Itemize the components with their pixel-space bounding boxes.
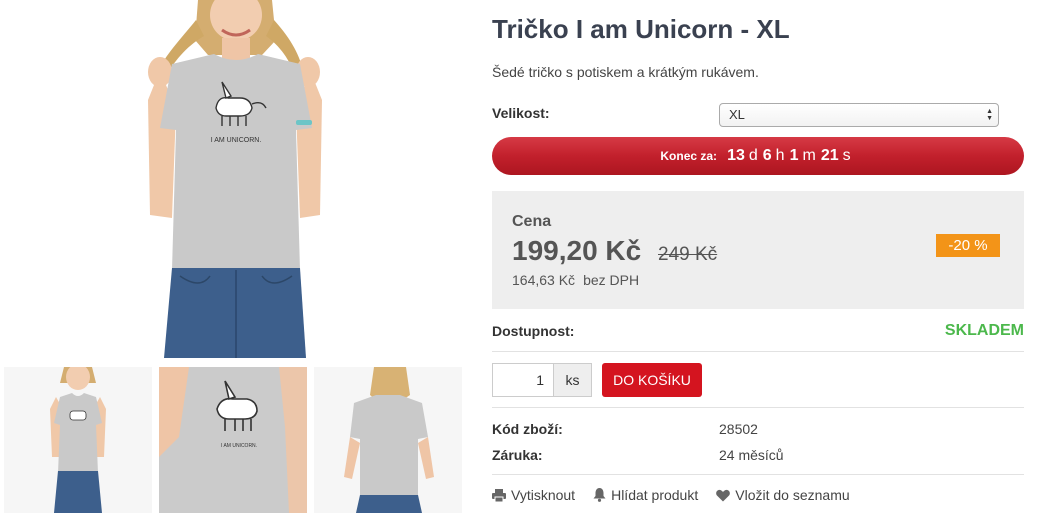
countdown-seconds: 21 bbox=[820, 147, 839, 164]
print-label: Vytisknout bbox=[511, 487, 576, 503]
product-description: Šedé tričko s potiskem a krátkým rukávem… bbox=[492, 64, 759, 80]
countdown-label: Konec za: bbox=[660, 149, 718, 163]
watch-product-link[interactable]: Hlídat produkt bbox=[593, 487, 698, 503]
countdown-days-unit: d bbox=[748, 147, 758, 164]
countdown-days: 13 bbox=[727, 147, 745, 164]
add-to-list-link[interactable]: Vložit do seznamu bbox=[716, 487, 850, 503]
thumbnail-detail[interactable]: I AM UNICORN. bbox=[159, 367, 307, 513]
countdown-banner: Konec za: 13 d 6 h 1 m 21 s bbox=[492, 137, 1024, 175]
price-without-vat: 164,63 Kč bez DPH bbox=[512, 272, 639, 288]
thumbnail-gallery: I AM UNICORN. bbox=[4, 367, 464, 513]
thumbnail-back[interactable] bbox=[314, 367, 462, 513]
shirt-print-text: I AM UNICORN. bbox=[211, 137, 262, 144]
current-price: 199,20 Kč bbox=[512, 235, 642, 266]
price-without-vat-value: 164,63 Kč bbox=[512, 272, 576, 288]
product-code-value: 28502 bbox=[719, 421, 758, 437]
divider bbox=[492, 351, 1024, 352]
old-price: 249 Kč bbox=[658, 244, 718, 265]
divider bbox=[492, 474, 1024, 475]
warranty-value: 24 měsíců bbox=[719, 447, 784, 463]
quantity-input[interactable]: 1 bbox=[492, 363, 553, 397]
product-code-label: Kód zboží: bbox=[492, 421, 563, 437]
countdown-minutes: 1 bbox=[789, 147, 799, 164]
availability-status: SKLADEM bbox=[944, 322, 1024, 339]
countdown-minutes-unit: m bbox=[802, 147, 816, 164]
size-select[interactable]: XL ▲ ▼ bbox=[719, 103, 999, 127]
select-arrows-icon: ▲ ▼ bbox=[986, 108, 993, 122]
product-title: Tričko I am Unicorn - XL bbox=[492, 14, 790, 44]
watch-product-label: Hlídat produkt bbox=[611, 487, 699, 503]
discount-badge: -20 % bbox=[936, 234, 1000, 257]
countdown-hours: 6 bbox=[762, 147, 772, 164]
vat-label: bez DPH bbox=[583, 272, 640, 288]
print-link[interactable]: Vytisknout bbox=[492, 487, 575, 503]
printer-icon bbox=[492, 488, 506, 502]
warranty-label: Záruka: bbox=[492, 447, 543, 463]
thumbnail-front[interactable] bbox=[4, 367, 152, 513]
add-to-list-label: Vložit do seznamu bbox=[735, 487, 850, 503]
countdown-seconds-unit: s bbox=[842, 147, 851, 164]
size-select-value: XL bbox=[729, 107, 745, 122]
countdown-hours-unit: h bbox=[775, 147, 785, 164]
product-actions: Vytisknout Hlídat produkt Vložit do sezn… bbox=[492, 487, 850, 503]
divider bbox=[492, 407, 1024, 408]
quantity-unit: ks bbox=[553, 363, 592, 397]
add-to-cart-button[interactable]: DO KOŠÍKU bbox=[602, 363, 702, 397]
price-box: Cena 199,20 Kč 249 Kč 164,63 Kč bez DPH -… bbox=[492, 191, 1024, 309]
size-label: Velikost: bbox=[492, 105, 550, 121]
price-label: Cena bbox=[512, 213, 552, 230]
thumb-print-text: I AM UNICORN. bbox=[221, 443, 257, 449]
availability-label: Dostupnost: bbox=[492, 323, 575, 339]
main-product-image[interactable]: I AM UNICORN. bbox=[0, 0, 470, 358]
heart-icon bbox=[716, 489, 731, 502]
bell-icon bbox=[593, 488, 606, 502]
